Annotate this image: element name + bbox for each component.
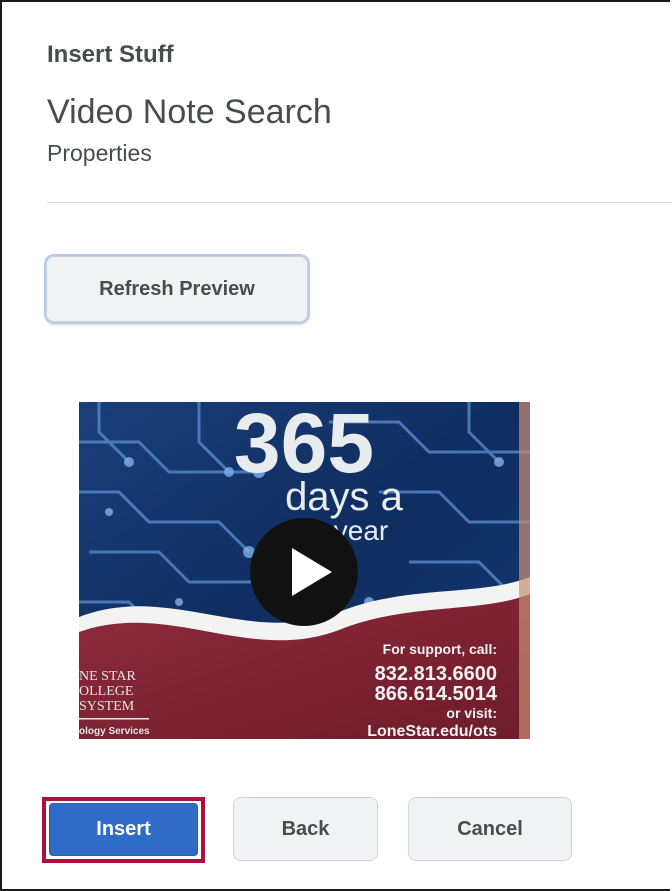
page-subheading: Properties bbox=[47, 140, 152, 166]
cancel-button[interactable]: Cancel bbox=[408, 797, 572, 861]
video-preview[interactable]: 365 days a year For support, call: 832.8… bbox=[79, 402, 530, 739]
svg-text:SYSTEM: SYSTEM bbox=[79, 699, 135, 714]
dialog-title: Insert Stuff bbox=[47, 41, 174, 68]
poster-support-text: For support, call: 832.813.6600 866.614.… bbox=[367, 641, 498, 739]
svg-text:or visit:: or visit: bbox=[446, 705, 497, 721]
play-icon[interactable] bbox=[250, 518, 358, 626]
back-button[interactable]: Back bbox=[233, 797, 378, 861]
svg-text:ology Services: ology Services bbox=[79, 726, 150, 737]
svg-text:LoneStar.edu/ots: LoneStar.edu/ots bbox=[367, 723, 497, 739]
header-divider bbox=[47, 202, 672, 203]
dialog-header: Insert Stuff bbox=[47, 40, 174, 70]
svg-text:866.614.5014: 866.614.5014 bbox=[375, 683, 498, 705]
svg-text:832.813.6600: 832.813.6600 bbox=[375, 663, 497, 685]
refresh-preview-button[interactable]: Refresh Preview bbox=[46, 256, 308, 322]
poster-days-line: days a bbox=[285, 475, 404, 519]
insert-button[interactable]: Insert bbox=[49, 803, 198, 856]
svg-text:For support, call:: For support, call: bbox=[383, 641, 497, 657]
page-heading: Video Note Search bbox=[47, 93, 332, 131]
svg-text:NE STAR: NE STAR bbox=[79, 669, 136, 684]
svg-text:OLLEGE: OLLEGE bbox=[79, 684, 133, 699]
